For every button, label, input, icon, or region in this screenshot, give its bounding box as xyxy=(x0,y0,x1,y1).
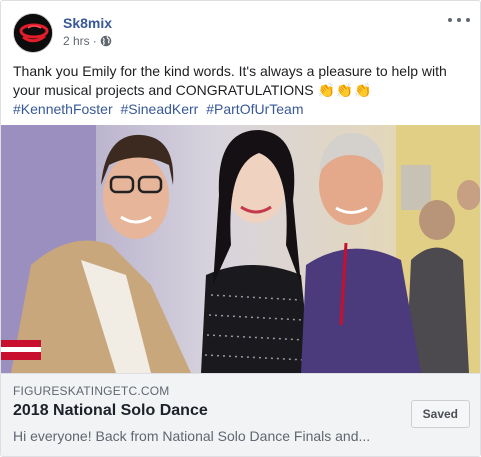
post-message-text: Thank you Emily for the kind words. It's… xyxy=(13,63,447,98)
more-options-icon[interactable] xyxy=(448,11,470,29)
saved-button[interactable]: Saved xyxy=(410,400,470,428)
post-timestamp[interactable]: 2 hrs xyxy=(63,34,90,48)
hashtag-link[interactable]: #PartOfUrTeam xyxy=(206,101,303,117)
hashtag-link[interactable]: #KennethFoster xyxy=(13,101,113,117)
meta-separator: · xyxy=(92,34,97,48)
post-photo[interactable] xyxy=(1,125,480,373)
link-preview[interactable]: FIGURESKATINGETC.COM 2018 National Solo … xyxy=(1,373,480,456)
post-meta: 2 hrs · xyxy=(63,34,112,48)
post-header: Sk8mix 2 hrs · xyxy=(13,13,470,53)
hashtag-link[interactable]: #SineadKerr xyxy=(121,101,199,117)
post-message: Thank you Emily for the kind words. It's… xyxy=(13,62,473,100)
globe-icon[interactable] xyxy=(100,35,112,47)
clapping-hands-emoji: 👏👏👏 xyxy=(317,82,373,98)
hashtag-list: #KennethFoster #SineadKerr #PartOfUrTeam xyxy=(13,100,307,119)
author-name[interactable]: Sk8mix xyxy=(63,15,112,31)
link-description: Hi everyone! Back from National Solo Dan… xyxy=(13,428,371,444)
feed-post: Sk8mix 2 hrs · Thank you Emily for the k… xyxy=(0,0,481,457)
link-title[interactable]: 2018 National Solo Dance xyxy=(13,402,208,420)
link-domain: FIGURESKATINGETC.COM xyxy=(13,384,170,398)
author-avatar[interactable] xyxy=(13,13,53,53)
